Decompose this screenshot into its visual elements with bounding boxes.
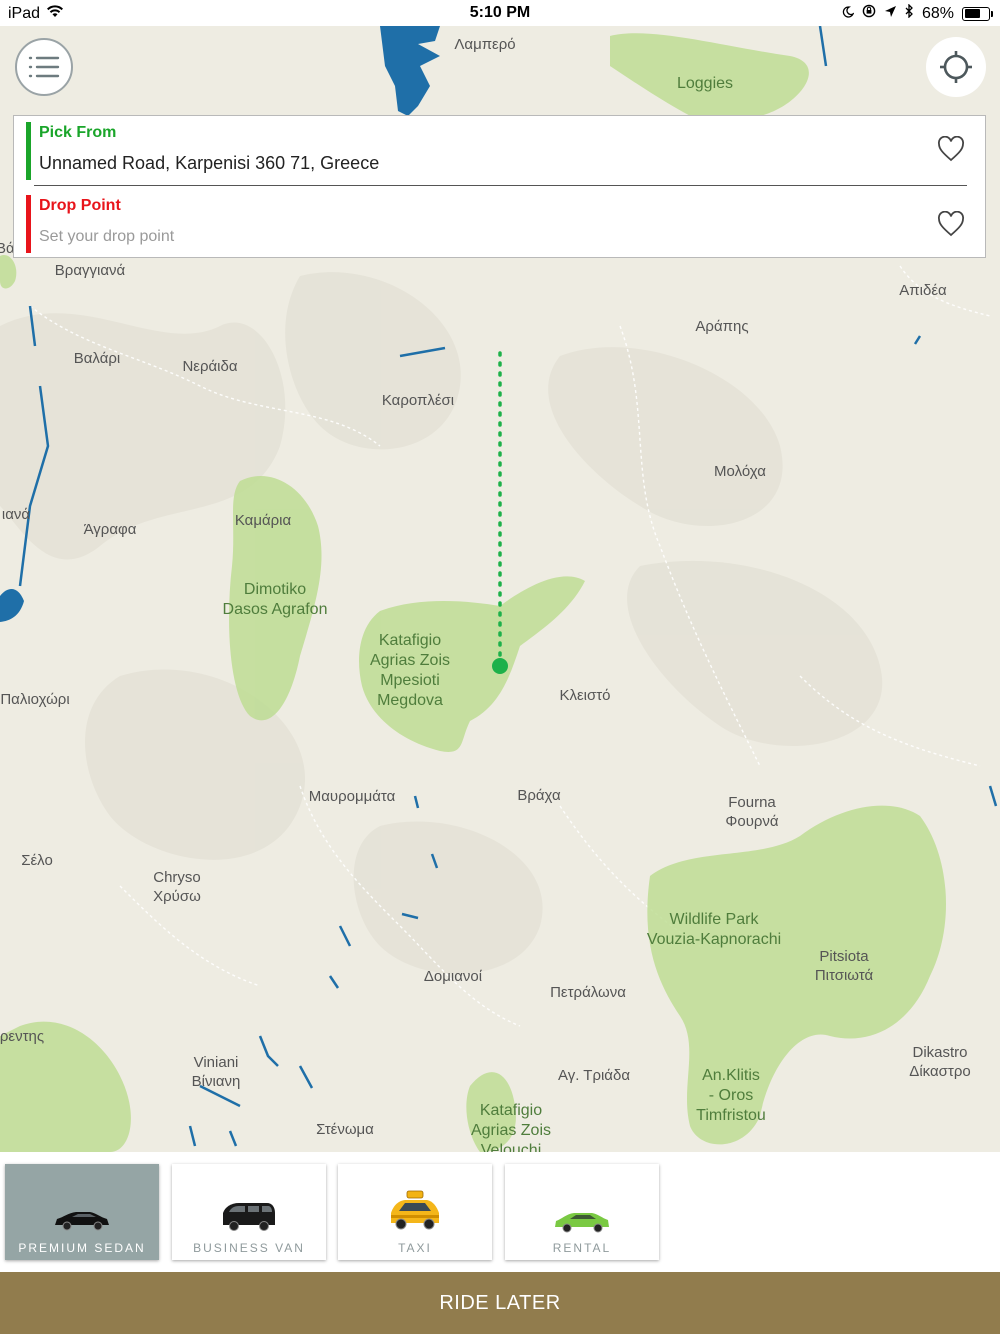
pickup-address[interactable]: Unnamed Road, Karpenisi 360 71, Greece — [39, 153, 379, 174]
map-place-label: Μαυρομμάτα — [308, 788, 396, 805]
map-place-label: Wildlife Park — [669, 911, 759, 928]
map-place-label: Βραγγιανά — [54, 262, 126, 279]
rental-car-icon — [555, 1213, 609, 1233]
map-place-label: Dimotiko Dasos Agrafon — [222, 581, 328, 618]
map-place-label: Παλιοχώρι — [0, 691, 70, 708]
pickup-indicator — [26, 122, 31, 180]
map-place-label: Katafigio Agrias Zois Mpesioti Megdova — [369, 632, 451, 709]
map-place-label: Pitsiota Πιτσιωτά — [814, 948, 874, 984]
map-place-label: Στένωμα — [316, 1121, 374, 1138]
map-place-label: Katafigio Agrias Zois Velouchi — [470, 1102, 552, 1152]
map-place-label: Chryso Χρύσω — [153, 869, 201, 905]
dropoff-input[interactable]: Set your drop point — [39, 228, 174, 246]
menu-button[interactable] — [15, 38, 73, 96]
map-place-label: Μολόχα — [714, 463, 766, 480]
map-place-label: Καμάρια — [234, 512, 292, 529]
map-place-label: Πετράλωνα — [550, 984, 626, 1001]
map-place-label: ιανά — [1, 506, 31, 523]
vehicle-label: RENTAL — [552, 1241, 612, 1255]
vehicle-label: PREMIUM SEDAN — [18, 1241, 146, 1255]
map-place-label: Λαμπερό — [454, 36, 516, 53]
vehicle-selector: PREMIUM SEDAN BUSINESS VAN TAXI RENTAL — [0, 1152, 1000, 1272]
ride-later-button[interactable]: RIDE LATER — [0, 1272, 1000, 1334]
map-place-label: Vouzia-Kapnorachi — [646, 931, 782, 948]
vehicle-option-premium-sedan[interactable]: PREMIUM SEDAN — [5, 1164, 159, 1260]
map-place-label: Βαλάρι — [73, 350, 121, 367]
map-place-label: Καροπλέσι — [381, 392, 455, 409]
battery-level — [964, 9, 981, 18]
map-place-label: Αράπης — [695, 318, 749, 335]
vehicle-option-business-van[interactable]: BUSINESS VAN — [172, 1164, 326, 1260]
crosshair-icon — [940, 51, 972, 83]
favorite-pickup-heart-icon[interactable] — [937, 135, 965, 167]
map-place-label: Άγραφα — [83, 521, 137, 538]
battery-icon — [962, 6, 993, 21]
map-place-label: Απιδέα — [899, 282, 947, 299]
map-place-label: Αγ. Τριάδα — [557, 1067, 631, 1084]
locate-me-button[interactable] — [926, 37, 986, 97]
map-place-label: An.Klitis - Oros Timfristou — [696, 1067, 766, 1124]
map-place-label: Κλειστό — [559, 687, 611, 704]
map-place-label: Dikastro Δίκαστρο — [909, 1044, 971, 1080]
location-arrow-icon — [884, 5, 897, 23]
address-divider — [34, 185, 967, 186]
vehicle-label: BUSINESS VAN — [193, 1241, 305, 1255]
pickup-label: Pick From — [39, 124, 117, 141]
vehicle-label: TAXI — [398, 1241, 432, 1255]
map-place-label: Δομιανοί — [423, 968, 483, 985]
rotation-lock-icon — [862, 4, 876, 23]
taxi-icon — [391, 1190, 439, 1230]
map-place-label: Loggies — [676, 75, 734, 92]
moon-icon — [842, 5, 855, 23]
menu-icon — [28, 56, 60, 78]
dropoff-field[interactable]: Drop Point Set your drop point — [26, 195, 967, 253]
favorite-dropoff-heart-icon[interactable] — [937, 210, 965, 242]
dropoff-label: Drop Point — [39, 197, 121, 214]
status-bar: iPad 5:10 PM 68% — [0, 0, 1000, 26]
map-place-label: Σέλο — [21, 852, 53, 869]
battery-percent: 68% — [921, 4, 954, 22]
map-place-label: Νεράιδα — [182, 358, 238, 375]
map-place-label: Fourna Φουρνά — [725, 794, 779, 830]
vehicle-option-taxi[interactable]: TAXI — [338, 1164, 492, 1260]
map-place-label: Viniani Βίνιανη — [191, 1054, 241, 1090]
bluetooth-icon — [905, 3, 914, 23]
sedan-car-icon — [55, 1212, 109, 1231]
address-card: Pick From Unnamed Road, Karpenisi 360 71… — [13, 115, 986, 258]
van-icon — [223, 1203, 275, 1231]
pickup-marker[interactable] — [490, 656, 510, 676]
map-place-label: ρεντης — [0, 1028, 45, 1045]
dropoff-indicator — [26, 195, 31, 253]
vehicle-option-rental[interactable]: RENTAL — [505, 1164, 659, 1260]
map-place-label: Βράχα — [517, 787, 561, 804]
pickup-field[interactable]: Pick From Unnamed Road, Karpenisi 360 71… — [26, 122, 967, 180]
